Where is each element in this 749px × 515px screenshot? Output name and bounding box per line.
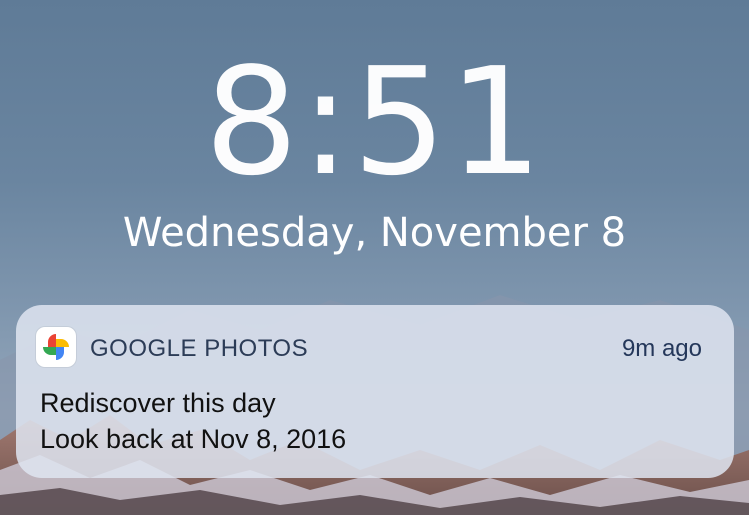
- notification-app-name: GOOGLE PHOTOS: [90, 335, 309, 362]
- google-photos-icon: [36, 327, 76, 367]
- lock-screen-date: Wednesday, November 8: [122, 210, 627, 256]
- notification-timestamp: 9m ago: [621, 335, 702, 362]
- pinwheel-icon: [43, 334, 69, 360]
- notification-body: Look back at Nov 8, 2016: [40, 424, 347, 454]
- notification-title: Rediscover this day: [40, 388, 276, 418]
- lock-screen-time: 8:51: [0, 42, 749, 202]
- notification-card[interactable]: GOOGLE PHOTOS 9m ago Rediscover this day…: [16, 305, 734, 478]
- time-text: 8:51: [204, 36, 545, 208]
- notification-header: GOOGLE PHOTOS 9m ago: [16, 305, 734, 385]
